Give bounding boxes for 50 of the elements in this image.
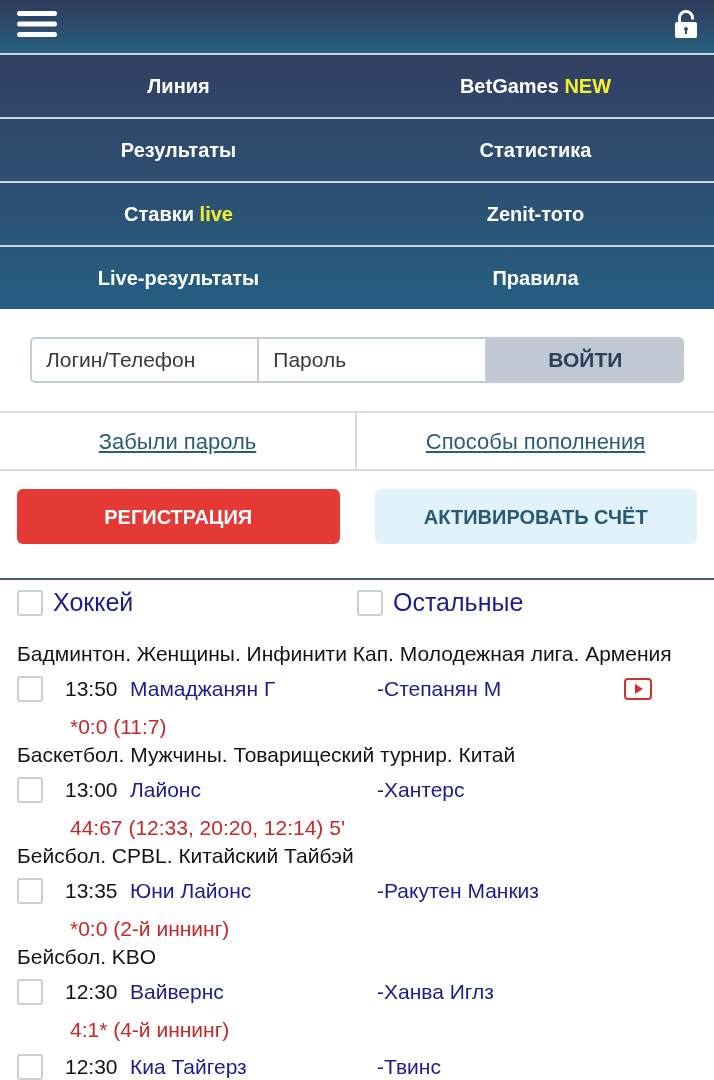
filter-label[interactable]: Остальные [393, 584, 524, 622]
padlock-icon[interactable] [675, 9, 697, 38]
event-time: 13:35 [65, 879, 118, 903]
league-title: Бейсбол. KBO [17, 944, 157, 971]
activate-button[interactable]: АКТИВИРОВАТЬ СЧЁТ [374, 489, 697, 544]
menu-icon[interactable] [17, 10, 57, 37]
league-title: Бадминтон. Женщины. Инфинити Кап. Молодежная лига. Армения [17, 641, 672, 668]
nav-item[interactable]: Правила [357, 247, 714, 309]
team-name[interactable]: -Твинс [377, 1055, 441, 1079]
team-name[interactable]: Мамаджанян Г [130, 677, 276, 701]
text-link[interactable]: Забыли пароль [98, 424, 257, 458]
team-name[interactable]: -Ракутен Манкиз [377, 879, 539, 903]
nav-item[interactable]: Live-результаты [0, 247, 357, 309]
event-time: 12:30 [65, 980, 118, 1004]
input-field[interactable]: Логин/Телефон [30, 337, 260, 383]
checkbox[interactable] [17, 1054, 43, 1080]
score-text: 44:67 (12:33, 20:20, 12:14) 5' [70, 814, 345, 841]
nav-item[interactable]: Zenit-тото [357, 183, 714, 245]
team-name[interactable]: Киа Тайгерз [130, 1055, 247, 1079]
event-time: 12:30 [65, 1055, 118, 1079]
checkbox[interactable] [17, 590, 43, 616]
filter-label[interactable]: Хоккей [53, 584, 134, 622]
video-play-icon[interactable] [624, 678, 652, 700]
team-name[interactable]: -Ханва Иглз [377, 980, 494, 1004]
team-name[interactable]: -Хантерс [377, 778, 465, 802]
nav-item[interactable]: Статистика [357, 119, 714, 181]
league-title: Баскетбол. Мужчины. Товарищеский турнир. Китай [17, 742, 516, 769]
checkbox[interactable] [357, 590, 383, 616]
team-name[interactable]: Юни Лайонс [130, 879, 252, 903]
event-time: 13:00 [65, 778, 118, 802]
text-link[interactable]: Способы пополнения [425, 424, 646, 458]
nav-item[interactable]: Ставки live [0, 183, 357, 245]
checkbox[interactable] [17, 777, 43, 803]
login-button[interactable]: ВОЙТИ [486, 337, 684, 383]
nav-item[interactable]: Линия [0, 55, 357, 117]
team-name[interactable]: Лайонс [130, 778, 201, 802]
score-text: 4:1* (4-й иннинг) [70, 1016, 230, 1043]
register-button[interactable]: РЕГИСТРАЦИЯ [17, 489, 340, 544]
nav-item[interactable]: Результаты [0, 119, 357, 181]
event-time: 13:50 [65, 677, 118, 701]
team-name[interactable]: Вайвернс [130, 980, 224, 1004]
checkbox[interactable] [17, 676, 43, 702]
league-title: Бейсбол. CPBL. Китайский Тайбэй [17, 843, 354, 870]
input-field[interactable]: Пароль [259, 337, 487, 383]
team-name[interactable]: -Степанян М [377, 677, 502, 701]
checkbox[interactable] [17, 979, 43, 1005]
score-text: *0:0 (2-й иннинг) [70, 915, 230, 942]
checkbox[interactable] [17, 878, 43, 904]
nav-item[interactable]: BetGames NEW [357, 55, 714, 117]
score-text: *0:0 (11:7) [70, 713, 167, 740]
